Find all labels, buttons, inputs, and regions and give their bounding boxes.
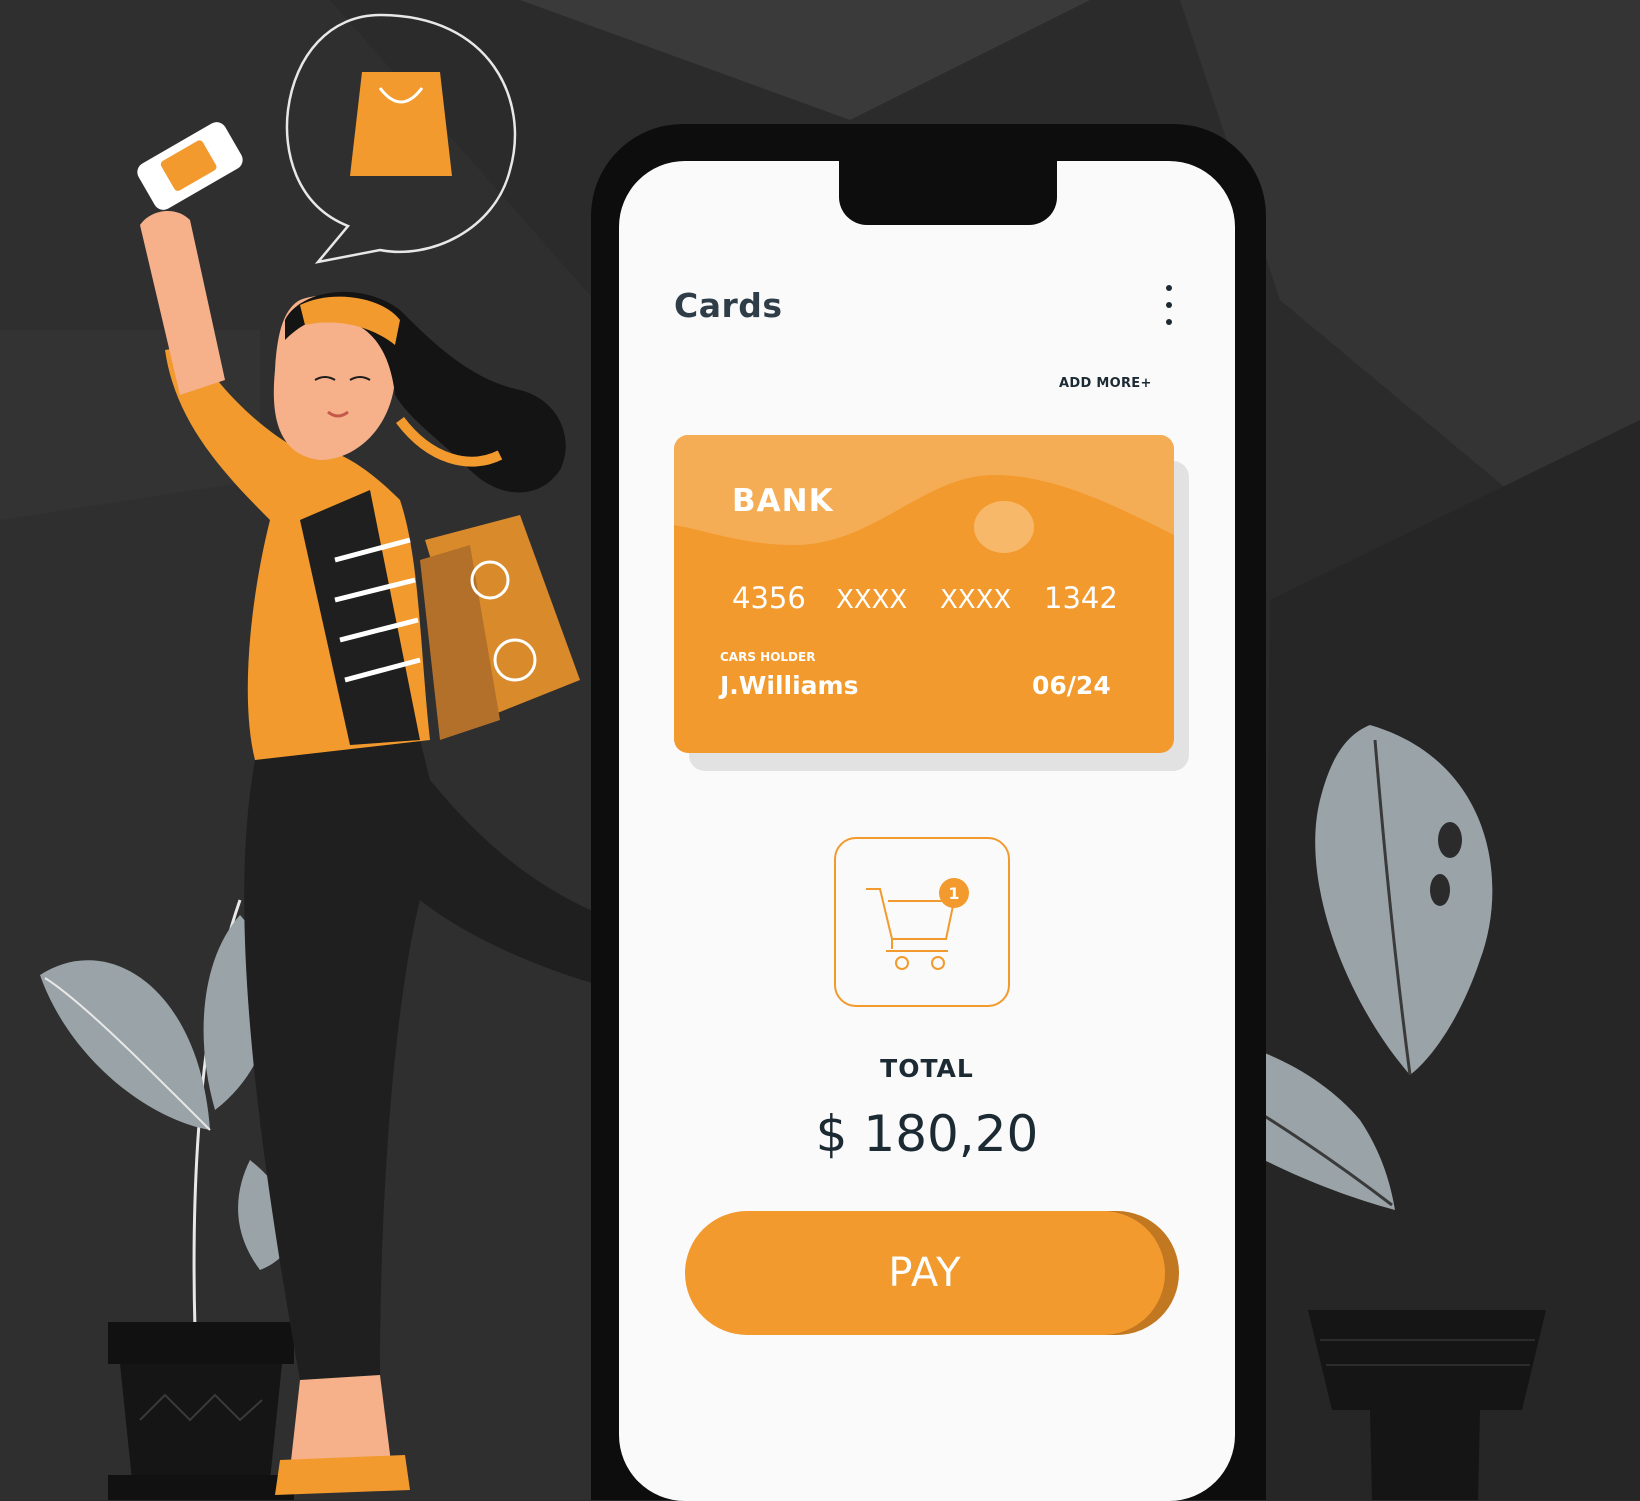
cart-badge-count: 1 (948, 884, 959, 903)
total-amount: $ 180,20 (815, 1105, 1039, 1163)
shopping-cart-icon: 1 (866, 878, 969, 970)
card-holder-label: CARS HOLDER (720, 650, 816, 664)
card-number-group-3: XXXX (940, 585, 1012, 615)
phone-notch (839, 161, 1057, 225)
add-more-link[interactable]: ADD MORE+ (1059, 376, 1152, 391)
card-holder-name: J.Williams (720, 671, 859, 700)
smartphone: Cards ADD MORE+ BANK 4356 XXXX XXXX 1342… (591, 124, 1266, 1501)
card-expiry: 06/24 (1032, 671, 1111, 700)
card-number-group-2: XXXX (836, 585, 908, 615)
page-title: Cards (674, 286, 783, 325)
bank-card[interactable]: BANK 4356 XXXX XXXX 1342 CARS HOLDER J.W… (674, 435, 1174, 753)
bg-shape-top (520, 0, 1090, 120)
bank-name: BANK (732, 483, 834, 519)
illustration-scene: Cards ADD MORE+ BANK 4356 XXXX XXXX 1342… (0, 0, 1640, 1501)
pay-button[interactable]: PAY (685, 1211, 1165, 1335)
phone-screen: Cards ADD MORE+ BANK 4356 XXXX XXXX 1342… (619, 161, 1235, 1501)
total-label: TOTAL (880, 1054, 974, 1083)
more-vertical-icon[interactable] (1159, 285, 1179, 325)
shopping-bag-icon (350, 72, 452, 176)
card-number-group-1: 4356 (732, 581, 806, 615)
card-number-group-4: 1342 (1044, 581, 1118, 615)
cart-button[interactable]: 1 (834, 837, 1010, 1007)
